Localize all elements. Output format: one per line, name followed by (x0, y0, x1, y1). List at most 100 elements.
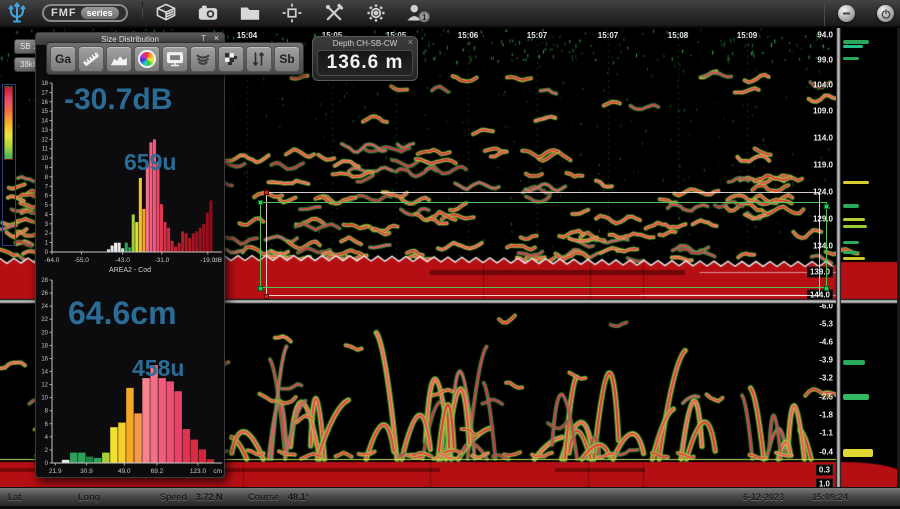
svg-text:6: 6 (45, 422, 49, 428)
svg-text:3: 3 (45, 222, 49, 228)
brand-series-badge: series (81, 7, 119, 19)
palette-button[interactable] (134, 46, 160, 72)
color-scale-icon (4, 86, 13, 160)
svg-text:-43.0: -43.0 (115, 257, 130, 264)
a-scope-echo-bar (843, 257, 865, 260)
lat-label: Lat (8, 492, 22, 502)
area-button[interactable] (106, 46, 132, 72)
levels-button[interactable] (246, 46, 272, 72)
tools-icon[interactable] (317, 1, 351, 25)
depth-label: 94.0 (817, 31, 833, 40)
depth-label: 119.0 (813, 161, 833, 170)
svg-text:69.2: 69.2 (151, 468, 164, 475)
svg-text:4: 4 (45, 212, 49, 218)
selection-handle[interactable] (258, 200, 263, 205)
colorwheel-icon (138, 50, 156, 68)
selection-box-inner[interactable] (260, 202, 827, 288)
measure-button[interactable] (78, 46, 104, 72)
minimize-button[interactable] (838, 5, 855, 22)
a-scope-echo-bar (843, 40, 869, 44)
brand-logo: FMF series (42, 4, 128, 22)
trident-logo-icon[interactable] (0, 1, 34, 25)
long-label: Long (78, 492, 100, 502)
length-count-value: 458u (132, 355, 184, 382)
svg-text:21.9: 21.9 (49, 468, 62, 475)
svg-text:12: 12 (41, 383, 48, 389)
gear-icon[interactable] (359, 1, 393, 25)
depth-label: 0.3 (816, 465, 833, 476)
depth-label: -0.4 (819, 448, 833, 457)
status-time: 15:09:24 (812, 492, 848, 502)
a-scope-echo-bar (843, 251, 857, 254)
svg-text:20: 20 (41, 330, 48, 336)
depth-panel-title: Depth CH-SB-CW (333, 39, 397, 48)
folder-icon[interactable] (233, 1, 267, 25)
time-label: 15:06 (458, 31, 478, 40)
a-scope-echo-bar (843, 204, 859, 208)
course-value: 48.1° (288, 492, 309, 502)
main-toolbar: FMF series 1 (0, 0, 900, 28)
svg-text:18: 18 (41, 81, 48, 87)
a-scope-echo-bar (843, 225, 867, 228)
target-icon[interactable] (275, 1, 309, 25)
svg-text:17: 17 (41, 90, 48, 96)
layers-box-icon[interactable] (149, 1, 183, 25)
svg-text:10: 10 (41, 396, 48, 402)
svg-text:16: 16 (41, 100, 48, 106)
svg-text:6: 6 (45, 194, 49, 200)
seabed-button[interactable]: Sb (274, 46, 300, 72)
power-button[interactable] (877, 5, 894, 22)
svg-text:24: 24 (41, 304, 48, 310)
mosaic-button[interactable] (218, 46, 244, 72)
a-scope-echo-bar (843, 360, 865, 365)
beam-button[interactable] (190, 46, 216, 72)
status-bar: Lat Long Speed 3.72 N Course 48.1° 6-12-… (0, 487, 900, 509)
vertical-splitter[interactable] (836, 28, 841, 487)
svg-text:15: 15 (41, 109, 48, 115)
camera-icon[interactable] (191, 1, 225, 25)
svg-text:14: 14 (41, 370, 48, 376)
toolbar-icon-group: 1 (149, 1, 435, 25)
selection-handle[interactable] (824, 204, 829, 209)
a-scope-echo-bar (843, 45, 863, 48)
a-scope-echo-bar (843, 57, 859, 60)
length-mode-value: 64.6cm (68, 295, 177, 332)
depth-label: -3.9 (819, 356, 833, 365)
course-label: Course (248, 492, 279, 502)
toolbar-divider (824, 2, 825, 26)
selection-handle[interactable] (258, 286, 263, 291)
depth-label: -1.1 (819, 429, 833, 438)
display-button[interactable] (162, 46, 188, 72)
toolbar-separator (142, 2, 143, 24)
svg-text:-64.0: -64.0 (45, 257, 60, 264)
svg-text:2: 2 (45, 231, 49, 237)
svg-text:16: 16 (41, 356, 48, 362)
svg-text:11: 11 (42, 147, 49, 153)
svg-text:12: 12 (41, 137, 48, 143)
svg-text:10: 10 (41, 156, 48, 162)
selection-handle[interactable] (824, 286, 829, 291)
svg-text:49.0: 49.0 (118, 468, 131, 475)
depth-label: 109.0 (813, 107, 833, 116)
size-distribution-panel: Size Distribution T × 012345678910111213… (35, 32, 225, 478)
user-icon[interactable]: 1 (401, 1, 435, 25)
gain-button[interactable]: Ga (50, 46, 76, 72)
svg-text:30.9: 30.9 (80, 468, 93, 475)
close-icon[interactable]: × (408, 37, 413, 47)
svg-text:5: 5 (45, 203, 49, 209)
echogram-area: 15:0415:0515:0515:0615:0715:0715:0815:09… (0, 28, 900, 487)
svg-text:1: 1 (422, 13, 427, 22)
speed-value: 3.72 N (196, 492, 223, 502)
svg-text:8: 8 (45, 175, 49, 181)
depth-panel[interactable]: Depth CH-SB-CW × 136.6 m (312, 36, 418, 81)
depth-label: 104.0 (813, 81, 833, 90)
depth-label: -3.2 (819, 374, 833, 383)
svg-text:28: 28 (41, 278, 48, 284)
svg-text:0: 0 (45, 250, 49, 256)
svg-text:8: 8 (45, 409, 49, 415)
svg-text:9: 9 (45, 166, 49, 172)
depth-label: -5.3 (819, 320, 833, 329)
svg-text:13: 13 (41, 128, 48, 134)
size-panel-toolbar: Ga Sb (46, 42, 304, 75)
selection-handle[interactable] (264, 190, 269, 195)
